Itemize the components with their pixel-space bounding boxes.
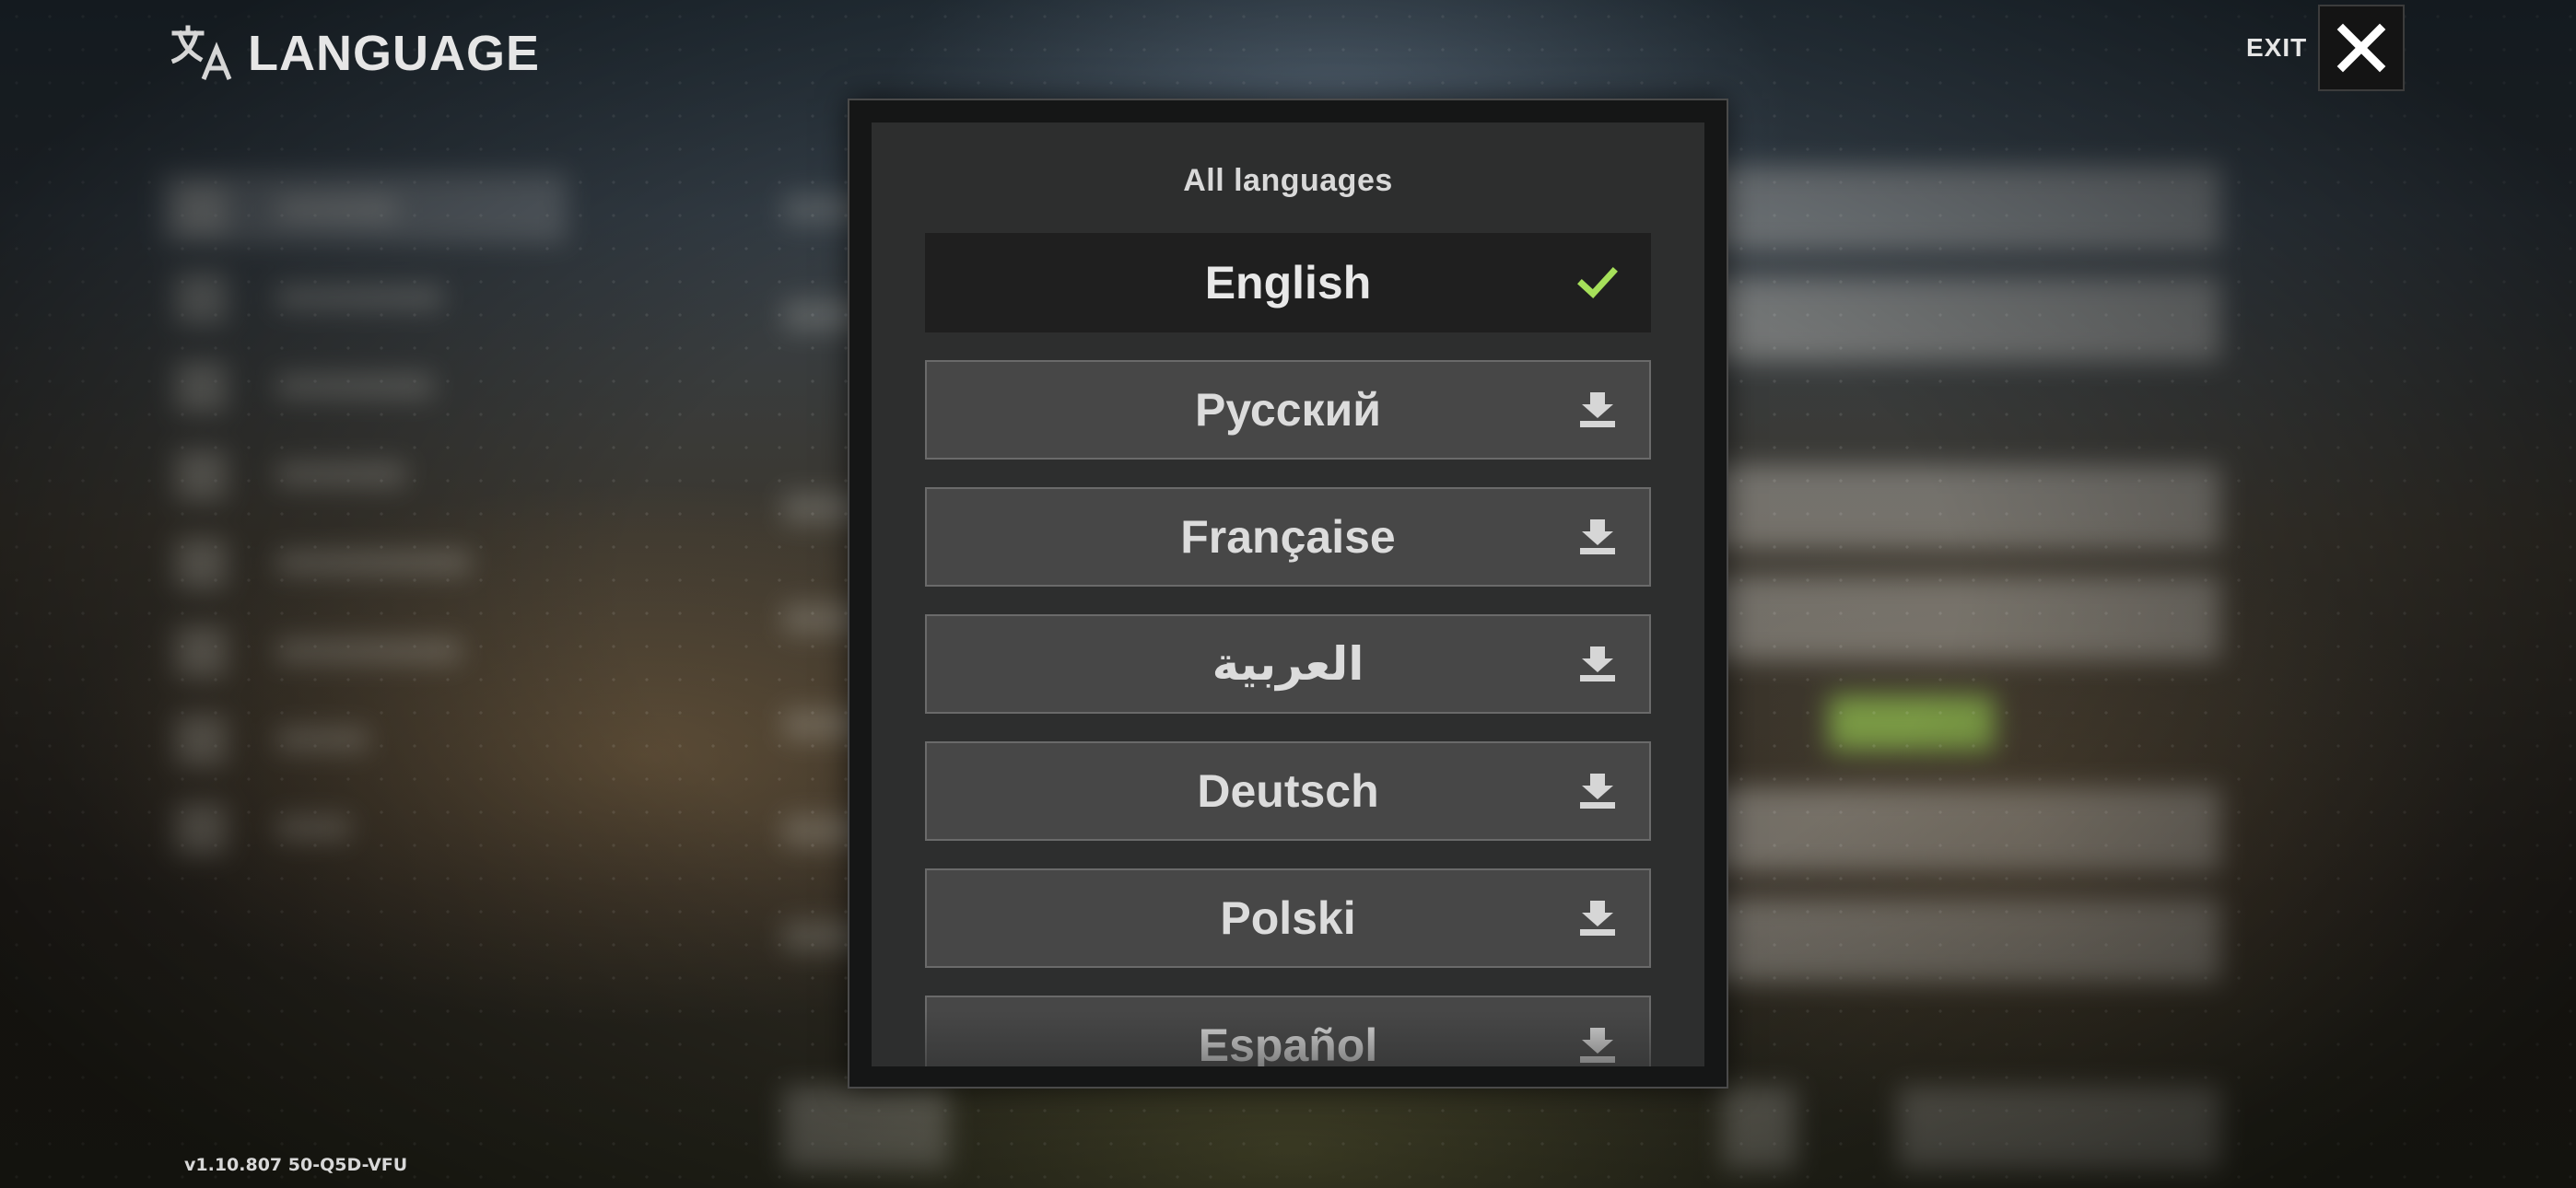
bg-sidebar-item [175,799,562,855]
bg-sidebar-item [175,711,562,766]
download-icon [1580,901,1615,936]
translate-icon [170,25,232,80]
checkmark-icon [1577,267,1618,298]
bg-sidebar-item [175,446,562,501]
language-item-german[interactable]: Deutsch [925,741,1651,841]
language-item-russian[interactable]: Русский [925,360,1651,460]
bg-toggle [1829,695,1995,751]
bg-bottom-button [783,1087,949,1170]
language-name: العربية [1212,638,1364,690]
download-icon [1580,392,1615,427]
version-label: v1.10.807 50-Q5D-VFU [184,1155,408,1175]
language-name: Русский [1194,384,1382,436]
download-icon [1580,646,1615,681]
language-item-spanish[interactable]: Español [925,996,1651,1066]
language-modal-body: All languages English Русский Française [872,122,1704,1066]
bg-sidebar-item [175,181,562,236]
close-icon [2336,23,2386,73]
bg-sidebar-item [175,534,562,589]
language-item-french[interactable]: Française [925,487,1651,587]
language-item-polish[interactable]: Polski [925,868,1651,968]
modal-heading: All languages [1183,163,1393,198]
language-name: English [1204,257,1372,309]
bg-sidebar-item [175,269,562,324]
language-list: English Русский Française العربية Deutsc… [925,233,1651,1066]
language-name: Deutsch [1197,765,1379,817]
bg-sidebar-item [175,623,562,678]
language-name: Polski [1220,892,1356,944]
page-title: LANGUAGE [170,24,540,83]
language-item-arabic[interactable]: العربية [925,614,1651,714]
bg-sidebar-item [175,357,562,413]
language-modal: All languages English Русский Française [848,99,1728,1089]
bg-bottom-button [1898,1087,2220,1170]
language-name: Française [1180,511,1396,563]
language-item-english[interactable]: English [925,233,1651,332]
exit-button[interactable] [2318,5,2405,91]
page-title-label: LANGUAGE [248,26,540,81]
language-name: Español [1198,1019,1378,1066]
download-icon [1580,774,1615,809]
download-icon [1580,519,1615,554]
exit-label[interactable]: EXIT [2246,33,2307,63]
bg-bottom-button [1723,1087,1797,1170]
download-icon [1580,1028,1615,1063]
